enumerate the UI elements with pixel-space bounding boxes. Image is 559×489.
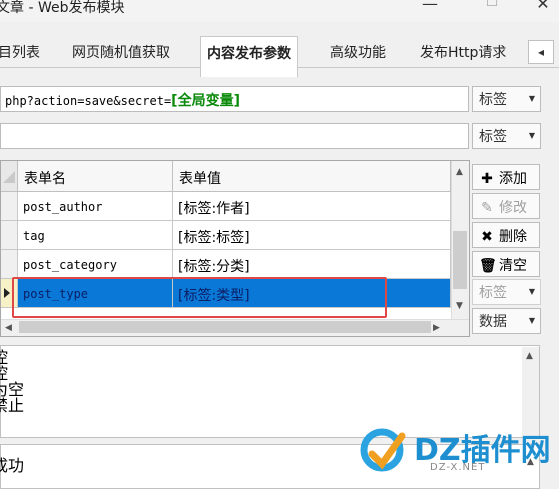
table-row[interactable]: tag [标签:标签] [1, 221, 451, 250]
cell-form-name[interactable]: post_category [18, 250, 173, 279]
tab-list[interactable]: 目列表 [0, 42, 40, 64]
tab-advanced[interactable]: 高级功能 [330, 42, 386, 64]
chevron-down-icon: ▼ [528, 287, 535, 296]
minimize-button[interactable]: — [415, 0, 445, 14]
highlight-box [12, 277, 387, 318]
table-row[interactable]: post_author [标签:作者] [1, 192, 451, 221]
label-dropdown-grid[interactable]: 标签 ▼ [472, 279, 541, 305]
pencil-icon: ✎ [481, 200, 493, 216]
grid-corner [1, 161, 18, 192]
clear-button[interactable]: 🗑 清空 [472, 251, 540, 277]
url-prefix: php?action=save&secret= [5, 94, 172, 108]
tab-scroll-button[interactable]: ◂ [528, 40, 554, 64]
text-line: 禁止 [0, 396, 25, 415]
scroll-up-icon[interactable]: ▲ [526, 351, 533, 361]
tab-http-request[interactable]: 发布Http请求 [420, 42, 506, 64]
edit-label: 修改 [499, 200, 527, 216]
cell-form-value[interactable]: [标签:分类] [173, 250, 451, 279]
row-pointer-icon [4, 288, 10, 298]
cell-form-name[interactable]: post_author [18, 192, 173, 221]
add-label: 添加 [499, 171, 527, 187]
horizontal-scroll-thumb[interactable] [19, 321, 431, 333]
edit-button[interactable]: ✎ 修改 [472, 193, 540, 219]
data-dropdown[interactable]: 数据 ▼ [472, 308, 541, 334]
x-icon: ✖ [481, 229, 493, 245]
title-bar: 文章 - Web发布模块 — ☐ ✕ [0, 0, 559, 22]
chevron-down-icon: ▼ [528, 131, 535, 140]
header-form-name[interactable]: 表单名 [18, 161, 173, 192]
clear-label: 清空 [499, 258, 527, 274]
tab-random-values[interactable]: 网页随机值获取 [72, 42, 170, 64]
delete-button[interactable]: ✖ 删除 [472, 222, 540, 248]
url-variable: [全局变量] [171, 93, 240, 109]
row-indicator [1, 192, 18, 221]
label-dropdown-url[interactable]: 标签 ▼ [472, 86, 541, 112]
row-indicator [1, 250, 18, 279]
tab-publish-params[interactable]: 内容发布参数 [200, 36, 298, 77]
watermark-url: DZ-X.NET [430, 462, 486, 473]
scroll-down-icon[interactable]: ▼ [456, 301, 463, 311]
cell-form-name[interactable]: tag [18, 221, 173, 250]
scroll-right-icon[interactable]: ▶ [433, 323, 440, 333]
close-button[interactable]: ✕ [528, 0, 558, 14]
chevron-down-icon: ▼ [528, 316, 535, 325]
data-dropdown-text: 数据 [479, 314, 507, 330]
second-input[interactable] [0, 123, 469, 149]
corner-triangle-icon [3, 171, 15, 183]
window-title: 文章 - Web发布模块 [0, 0, 125, 16]
trash-icon: 🗑 [479, 258, 497, 274]
label-dropdown-text: 标签 [479, 129, 507, 145]
row-indicator [1, 221, 18, 250]
textarea-scrollbar[interactable]: ▲ [522, 347, 539, 436]
header-form-value[interactable]: 表单值 [173, 161, 451, 192]
label-dropdown-text: 标签 [479, 285, 507, 301]
cell-form-value[interactable]: [标签:作者] [173, 192, 451, 221]
table-row[interactable]: post_category [标签:分类] [1, 250, 451, 279]
maximize-button[interactable]: ☐ [477, 0, 507, 14]
add-button[interactable]: ✚ 添加 [472, 164, 540, 190]
scroll-up-icon[interactable]: ▲ [456, 167, 463, 177]
text-line: 成功 [0, 456, 25, 475]
label-dropdown-second[interactable]: 标签 ▼ [472, 123, 541, 149]
vertical-scroll-thumb[interactable] [453, 231, 467, 289]
label-dropdown-text: 标签 [479, 92, 507, 108]
plus-icon: ✚ [481, 171, 493, 187]
cell-form-value[interactable]: [标签:标签] [173, 221, 451, 250]
chevron-down-icon: ▼ [528, 94, 535, 103]
url-input[interactable]: php?action=save&secret=[全局变量] [0, 86, 469, 112]
scroll-left-icon[interactable]: ◀ [5, 323, 12, 333]
delete-label: 删除 [499, 229, 527, 245]
